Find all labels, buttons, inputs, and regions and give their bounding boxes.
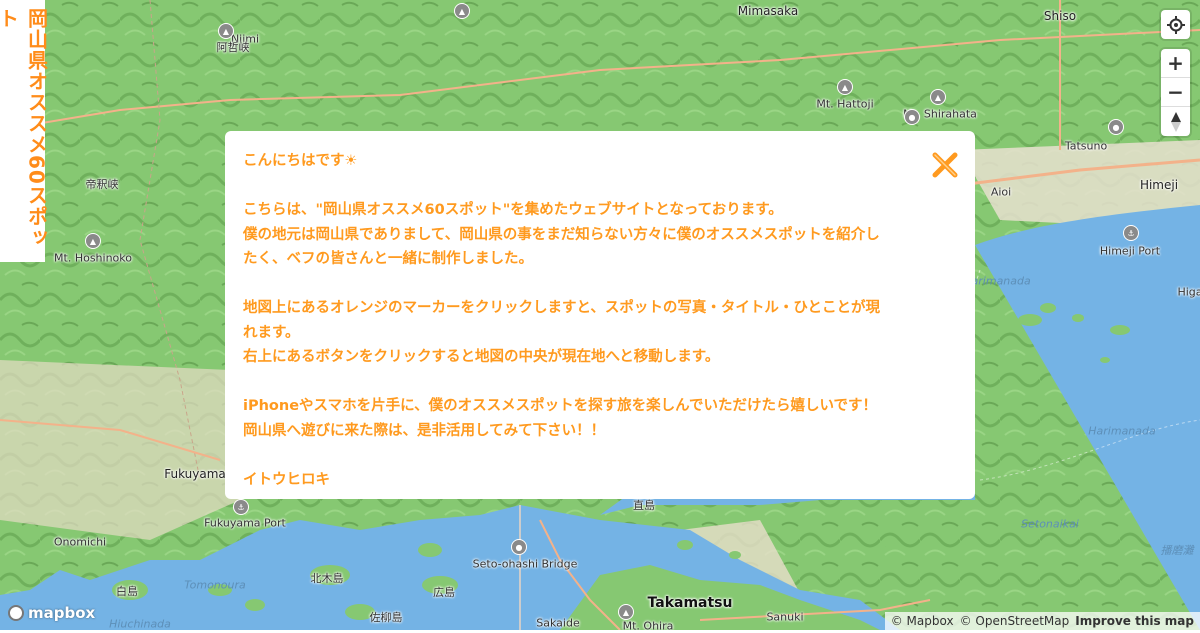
geolocate-button[interactable]	[1161, 10, 1190, 39]
place-label: Takamatsu	[647, 595, 733, 611]
place-label: Himeji Port	[1099, 244, 1161, 258]
place-label: Fukuyama Port	[204, 516, 286, 530]
mapbox-logo[interactable]: mapbox	[8, 604, 95, 622]
attribution-osm-link[interactable]: © OpenStreetMap	[960, 614, 1070, 628]
crosshair-icon	[1166, 15, 1185, 34]
zoom-in-button[interactable]: +	[1161, 49, 1190, 78]
site-title-strip: 岡山県オススメ60スポット	[0, 0, 49, 262]
compass-button[interactable]	[1161, 107, 1190, 136]
place-label: Fukuyama	[164, 467, 226, 481]
poi-marker-icon[interactable]: ●	[904, 109, 920, 125]
compass-icon	[1170, 111, 1181, 132]
poi-marker-icon[interactable]: ⚓	[233, 499, 249, 515]
usage-line-2: れます。	[243, 324, 300, 341]
site-title: 岡山県オススメ60スポット	[0, 8, 49, 248]
place-label: Mt. Hattoji	[816, 97, 874, 111]
poi-marker-icon[interactable]: ●	[1108, 119, 1124, 135]
place-label: Sanuki	[766, 610, 804, 624]
zoom-control: + −	[1161, 49, 1190, 136]
place-label: Aioi	[990, 185, 1012, 199]
place-label: Mt. Ohira	[622, 619, 674, 633]
poi-marker-icon[interactable]: ⚓	[1123, 225, 1139, 241]
map-attribution: © Mapbox © OpenStreetMap Improve this ma…	[884, 612, 1200, 630]
place-label: Higa	[1177, 285, 1200, 299]
closing-line-1: iPhoneやスマホを片手に、僕のオススメスポットを探す旅を楽しんでいただけたら…	[243, 398, 878, 414]
signature: イトウヒロキ	[243, 471, 330, 488]
place-label: Shiso	[1043, 9, 1077, 23]
place-label: Mimasaka	[737, 4, 799, 18]
geolocate-control	[1161, 10, 1190, 39]
sea-label: Tomonoura	[184, 578, 246, 592]
intro-line-1: こちらは、"岡山県オススメ60スポット"を集めたウェブサイトとなっております。	[243, 202, 783, 218]
improve-map-link[interactable]: Improve this map	[1075, 614, 1194, 628]
sea-label: Harimanada	[1088, 424, 1156, 438]
poi-marker-icon[interactable]: ▲	[837, 79, 853, 95]
place-label: Seto-ohashi Bridge	[472, 557, 578, 571]
intro-line-2: 僕の地元は岡山県でありまして、岡山県の事をまだ知らない方々に僕のオススメスポット…	[243, 226, 880, 243]
poi-marker-icon[interactable]: ▲	[454, 3, 470, 19]
place-label: Mt. Hoshinoko	[54, 251, 132, 265]
sea-label: 播磨灘	[1160, 544, 1194, 557]
poi-marker-icon[interactable]: ●	[511, 539, 527, 555]
zoom-out-button[interactable]: −	[1161, 78, 1190, 107]
poi-marker-icon[interactable]: ▲	[618, 604, 634, 620]
welcome-modal: こんにちはです☀ こちらは、"岡山県オススメ60スポット"を集めたウェブサイトと…	[225, 131, 975, 499]
greeting-text: こんにちはです☀	[243, 153, 358, 169]
place-label: 帝釈峡	[85, 178, 119, 191]
sea-label: Hiuchinada	[109, 617, 171, 631]
sea-label: Setonaikai	[1021, 517, 1079, 531]
place-label: 白島	[116, 585, 138, 598]
attribution-mapbox-link[interactable]: © Mapbox	[891, 614, 954, 628]
place-label: 阿哲峡	[216, 41, 250, 54]
poi-marker-icon[interactable]: ▲	[218, 23, 234, 39]
usage-line-1: 地図上にあるオレンジのマーカーをクリックしますと、スポットの写真・タイトル・ひと…	[243, 300, 880, 316]
mapbox-logo-icon	[8, 605, 24, 621]
place-label: 佐柳島	[369, 611, 403, 624]
place-label: Onomichi	[53, 535, 107, 549]
closing-line-2: 岡山県へ遊びに来た際は、是非活用してみて下さい！！	[243, 422, 606, 439]
poi-marker-icon[interactable]: ▲	[930, 89, 946, 105]
poi-marker-icon[interactable]: ▲	[85, 233, 101, 249]
intro-line-3: たく、ベフの皆さんと一緒に制作しました。	[243, 251, 533, 267]
close-icon[interactable]	[931, 151, 959, 179]
place-label: Tatsuno	[1064, 139, 1108, 153]
place-label: Sakaide	[536, 616, 580, 630]
usage-line-3: 右上にあるボタンをクリックすると地図の中央が現在地へと移動します。	[243, 349, 720, 365]
place-label: 直島	[633, 499, 655, 512]
place-label: 広島	[433, 586, 455, 599]
map-controls: + −	[1161, 10, 1190, 146]
place-label: 北木島	[310, 572, 344, 585]
place-label: Himeji	[1139, 178, 1179, 192]
mapbox-logo-text: mapbox	[28, 604, 96, 622]
